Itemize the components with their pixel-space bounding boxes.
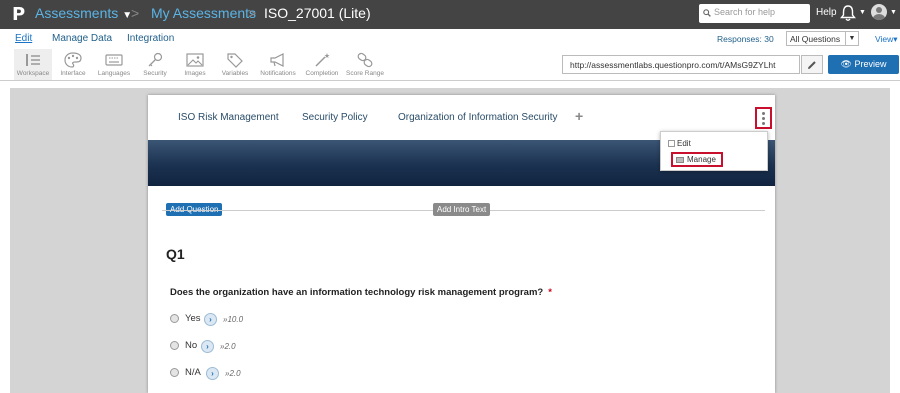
- radio-button[interactable]: [170, 341, 179, 350]
- menu-bar: Edit Manage Data Integration Responses: …: [0, 29, 900, 49]
- chain-link-icon: [357, 52, 373, 68]
- answer-option-label[interactable]: N/A: [185, 367, 201, 378]
- tool-images[interactable]: Images: [180, 49, 210, 80]
- tool-label: Security: [143, 70, 167, 77]
- edit-icon: [668, 140, 675, 147]
- palette-icon: [64, 52, 82, 68]
- avatar[interactable]: [871, 4, 887, 20]
- answer-score: »10.0: [223, 315, 244, 324]
- more-vertical-icon: [762, 112, 765, 115]
- breadcrumb-assessments[interactable]: Assessments ▼: [35, 5, 132, 21]
- tag-icon: [227, 53, 243, 68]
- tool-label: Score Range: [346, 70, 384, 77]
- eye-icon: 👁: [840, 59, 852, 69]
- tool-notifications[interactable]: Notifications: [257, 49, 299, 80]
- tool-label: Languages: [97, 70, 131, 77]
- page-tab-security-policy[interactable]: Security Policy: [302, 112, 368, 123]
- view-label[interactable]: View: [875, 34, 893, 44]
- help-search-input[interactable]: Search for help: [699, 4, 810, 23]
- answer-option-label[interactable]: Yes: [185, 313, 201, 324]
- menu-edit[interactable]: Edit: [15, 33, 32, 44]
- bell-icon[interactable]: [840, 4, 856, 22]
- page-options-button[interactable]: [755, 107, 772, 129]
- tool-score-range[interactable]: Score Range: [345, 49, 385, 80]
- add-page-button[interactable]: +: [575, 108, 583, 124]
- tool-variables[interactable]: Variables: [218, 49, 252, 80]
- tool-label: Images: [184, 70, 206, 77]
- chevron-down-icon[interactable]: ▼: [890, 9, 897, 16]
- search-icon: [703, 9, 711, 17]
- chevron-down-icon[interactable]: ▼: [845, 32, 858, 45]
- search-placeholder: Search for help: [714, 7, 776, 17]
- question-text-label[interactable]: Does the organization have an informatio…: [170, 287, 543, 298]
- branch-arrow-icon[interactable]: ›: [206, 367, 219, 380]
- magic-wand-icon: [315, 53, 330, 67]
- breadcrumb-separator: >: [131, 5, 140, 21]
- more-vertical-icon: [762, 122, 765, 125]
- branch-arrow-icon[interactable]: ›: [204, 313, 217, 326]
- branch-arrow-icon[interactable]: ›: [201, 340, 214, 353]
- answer-score: »2.0: [225, 369, 241, 378]
- radio-button[interactable]: [170, 314, 179, 323]
- page-options-menu: Edit Manage: [660, 131, 768, 171]
- page-tab-organization-of-information-security[interactable]: Organization of Information Security: [398, 112, 558, 123]
- responses-count[interactable]: Responses: 30: [717, 34, 774, 44]
- survey-url-field[interactable]: http://assessmentlabs.questionpro.com/t/…: [562, 55, 800, 74]
- answer-option-label[interactable]: No: [185, 340, 197, 351]
- menu-item-edit-label[interactable]: Edit: [677, 139, 691, 148]
- tool-label: Workspace: [16, 70, 50, 77]
- app-logo[interactable]: P: [12, 4, 25, 25]
- tool-label: Notifications: [260, 70, 296, 77]
- question-number: Q1: [166, 246, 185, 262]
- required-marker: *: [548, 287, 552, 298]
- tool-label: Variables: [221, 70, 249, 77]
- top-bar: P Assessments ▼ > My Assessments > ISO_27…: [0, 0, 900, 29]
- menu-manage-data[interactable]: Manage Data: [52, 33, 112, 44]
- breadcrumb-assessments-label[interactable]: Assessments: [35, 5, 118, 21]
- answer-score: »2.0: [220, 342, 236, 351]
- tool-completion[interactable]: Completion: [303, 49, 341, 80]
- menu-item-edit[interactable]: Edit: [668, 139, 691, 148]
- edit-url-button[interactable]: [801, 55, 823, 74]
- keyboard-icon: [105, 54, 123, 66]
- question-filter-value: All Questions: [790, 34, 841, 44]
- preview-label: Preview: [854, 59, 887, 69]
- breadcrumb-separator: >: [248, 5, 257, 21]
- radio-button[interactable]: [170, 368, 179, 377]
- page-tab-iso-risk-management[interactable]: ISO Risk Management: [178, 112, 279, 123]
- breadcrumb-current-survey: ISO_27001 (Lite): [264, 5, 371, 21]
- toolbar: Workspace Interface Languages Security I…: [0, 49, 900, 81]
- help-link[interactable]: Help: [816, 7, 837, 18]
- question-filter-select[interactable]: All Questions ▼: [786, 31, 859, 46]
- preview-button[interactable]: 👁 Preview: [828, 55, 899, 74]
- image-icon: [186, 53, 204, 67]
- menu-item-manage-label[interactable]: Manage: [687, 155, 716, 164]
- megaphone-icon: [270, 53, 284, 67]
- tool-languages[interactable]: Languages: [95, 49, 133, 80]
- tool-workspace[interactable]: Workspace: [14, 49, 52, 80]
- key-icon: [148, 52, 163, 67]
- manage-icon: [676, 157, 684, 163]
- tool-interface[interactable]: Interface: [56, 49, 90, 80]
- workspace-icon: [26, 54, 40, 66]
- chevron-down-icon[interactable]: ▼: [859, 9, 866, 16]
- menu-integration[interactable]: Integration: [127, 33, 174, 44]
- view-menu[interactable]: View▾: [875, 34, 898, 45]
- breadcrumb-my-assessments[interactable]: My Assessments: [151, 5, 256, 21]
- more-vertical-icon: [762, 117, 765, 120]
- tool-label: Interface: [60, 70, 86, 77]
- question-text[interactable]: Does the organization have an informatio…: [170, 287, 552, 298]
- add-intro-text-button[interactable]: Add Intro Text: [433, 203, 491, 216]
- tool-label: Completion: [305, 70, 339, 77]
- tool-security[interactable]: Security: [138, 49, 172, 80]
- menu-item-manage[interactable]: Manage: [671, 152, 723, 167]
- pencil-icon: [808, 61, 816, 69]
